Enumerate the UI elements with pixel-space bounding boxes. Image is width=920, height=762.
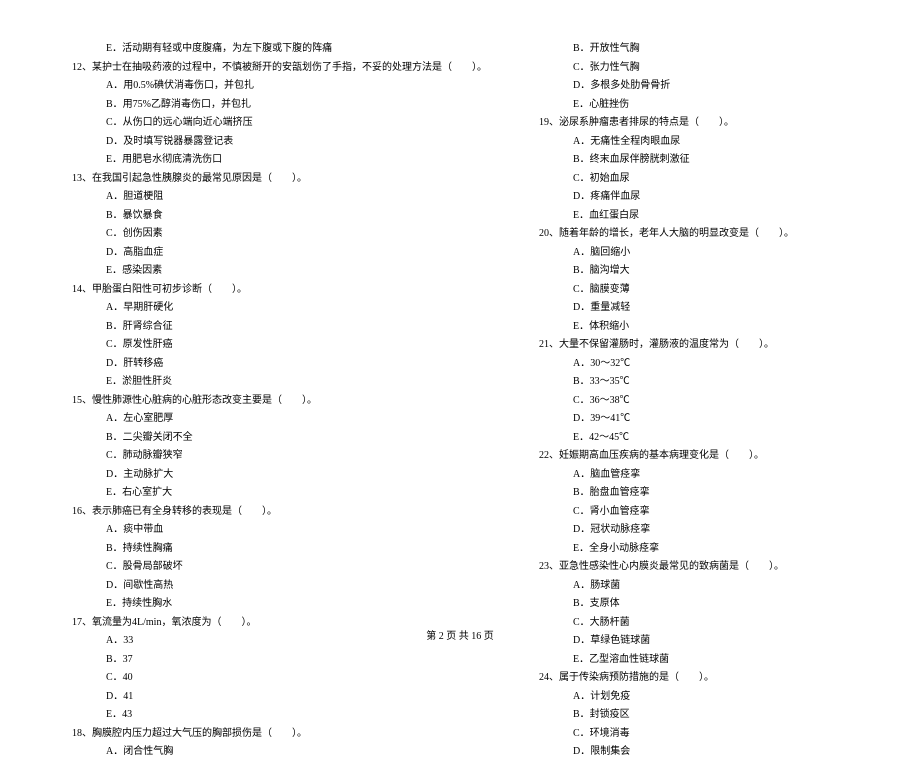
option-line: B．37: [106, 651, 487, 670]
option-line: D．高脂血症: [106, 244, 487, 263]
option-line: C．初始血尿: [573, 170, 860, 189]
option-line: A．左心室肥厚: [106, 410, 487, 429]
question-line: 18、胸膜腔内压力超过大气压的胸部损伤是（ ）。: [72, 725, 487, 744]
page-footer: 第 2 页 共 16 页: [0, 627, 920, 642]
option-line: B．封锁疫区: [573, 706, 860, 725]
right-column: B．开放性气胸C．张力性气胸D．多根多处肋骨骨折E．心脏挫伤19、泌尿系肿瘤患者…: [507, 40, 920, 600]
question-line: 19、泌尿系肿瘤患者排尿的特点是（ ）。: [539, 114, 860, 133]
option-line: D．及时填写锐器暴露登记表: [106, 133, 487, 152]
option-line: E．持续性胸水: [106, 595, 487, 614]
question-line: 23、亚急性感染性心内膜炎最常见的致病菌是（ ）。: [539, 558, 860, 577]
option-line: B．用75%乙醇消毒伤口，并包扎: [106, 96, 487, 115]
question-line: 15、慢性肺源性心脏病的心脏形态改变主要是（ ）。: [72, 392, 487, 411]
option-line: B．二尖瓣关闭不全: [106, 429, 487, 448]
option-line: C．股骨局部破坏: [106, 558, 487, 577]
option-line: E．42～45℃: [573, 429, 860, 448]
option-line: B．持续性胸痛: [106, 540, 487, 559]
option-line: A．痰中带血: [106, 521, 487, 540]
option-line: D．冠状动脉痉挛: [573, 521, 860, 540]
question-line: 22、妊娠期高血压疾病的基本病理变化是（ ）。: [539, 447, 860, 466]
option-line: D．重量减轻: [573, 299, 860, 318]
option-line: B．暴饮暴食: [106, 207, 487, 226]
option-line: D．主动脉扩大: [106, 466, 487, 485]
option-line: C．36～38℃: [573, 392, 860, 411]
option-line: A．脑回缩小: [573, 244, 860, 263]
option-line: B．支原体: [573, 595, 860, 614]
option-line: B．肝肾综合征: [106, 318, 487, 337]
option-line: D．疼痛伴血尿: [573, 188, 860, 207]
question-line: 14、甲胎蛋白阳性可初步诊断（ ）。: [72, 281, 487, 300]
option-line: A．早期肝硬化: [106, 299, 487, 318]
option-line: B．33～35℃: [573, 373, 860, 392]
option-line: C．肺动脉瓣狭窄: [106, 447, 487, 466]
question-line: 16、表示肺癌已有全身转移的表现是（ ）。: [72, 503, 487, 522]
question-line: 24、属于传染病预防措施的是（ ）。: [539, 669, 860, 688]
option-line: E．右心室扩大: [106, 484, 487, 503]
option-line: C．原发性肝癌: [106, 336, 487, 355]
option-line: E．血红蛋白尿: [573, 207, 860, 226]
option-line: A．胆道梗阻: [106, 188, 487, 207]
option-line: D．41: [106, 688, 487, 707]
option-line: C．脑膜变薄: [573, 281, 860, 300]
option-line: B．脑沟增大: [573, 262, 860, 281]
option-line: C．张力性气胸: [573, 59, 860, 78]
option-line: D．肝转移癌: [106, 355, 487, 374]
option-line: E．43: [106, 706, 487, 725]
question-line: 20、随着年龄的增长，老年人大脑的明显改变是（ ）。: [539, 225, 860, 244]
option-line: A．闭合性气胸: [106, 743, 487, 762]
option-line: E．全身小动脉痉挛: [573, 540, 860, 559]
option-line: C．40: [106, 669, 487, 688]
option-line: B．开放性气胸: [573, 40, 860, 59]
option-line: B．终末血尿伴膀胱刺激征: [573, 151, 860, 170]
option-line: E．心脏挫伤: [573, 96, 860, 115]
option-line: E．乙型溶血性链球菌: [573, 651, 860, 670]
option-line: C．创伤因素: [106, 225, 487, 244]
option-line: D．39～41℃: [573, 410, 860, 429]
option-line: D．多根多处肋骨骨折: [573, 77, 860, 96]
option-line: A．无痛性全程肉眼血尿: [573, 133, 860, 152]
option-line: B．胎盘血管痉挛: [573, 484, 860, 503]
option-line: C．从伤口的远心端向近心端挤压: [106, 114, 487, 133]
question-line: 12、某护士在抽吸药液的过程中，不慎被掰开的安瓿划伤了手指，不妥的处理方法是（ …: [72, 59, 487, 78]
option-line: E．用肥皂水彻底清洗伤口: [106, 151, 487, 170]
page-container: E．活动期有轻或中度腹痛，为左下腹或下腹的阵痛12、某护士在抽吸药液的过程中，不…: [0, 40, 920, 600]
question-line: 13、在我国引起急性胰腺炎的最常见原因是（ ）。: [72, 170, 487, 189]
option-line: A．肠球菌: [573, 577, 860, 596]
option-line: E．体积缩小: [573, 318, 860, 337]
option-line: A．用0.5%碘伏消毒伤口，并包扎: [106, 77, 487, 96]
option-line: E．淤胆性肝炎: [106, 373, 487, 392]
option-line: D．限制集会: [573, 743, 860, 762]
question-line: 21、大量不保留灌肠时，灌肠液的温度常为（ ）。: [539, 336, 860, 355]
option-line: E．感染因素: [106, 262, 487, 281]
option-line: D．间歇性高热: [106, 577, 487, 596]
option-line: A．30～32℃: [573, 355, 860, 374]
option-line: E．活动期有轻或中度腹痛，为左下腹或下腹的阵痛: [106, 40, 487, 59]
left-column: E．活动期有轻或中度腹痛，为左下腹或下腹的阵痛12、某护士在抽吸药液的过程中，不…: [0, 40, 507, 600]
option-line: A．计划免疫: [573, 688, 860, 707]
option-line: C．环境消毒: [573, 725, 860, 744]
option-line: C．肾小血管痉挛: [573, 503, 860, 522]
option-line: A．脑血管痉挛: [573, 466, 860, 485]
